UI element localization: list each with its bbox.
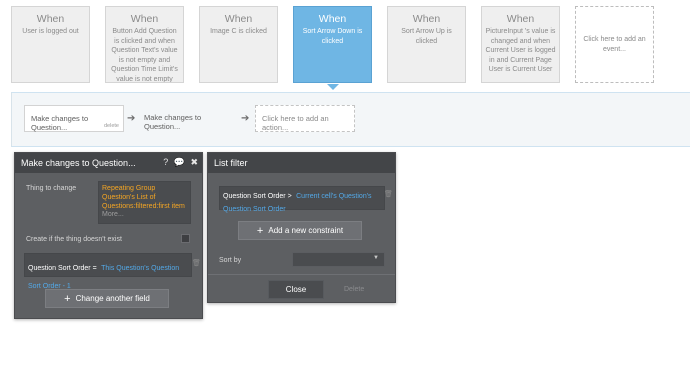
- create-if-not-exist-label: Create if the thing doesn't exist: [26, 236, 122, 243]
- thing-to-change-field[interactable]: Repeating Group Question's List of Quest…: [98, 181, 191, 224]
- action-label: Make changes to Question...: [31, 114, 89, 132]
- change-another-field-label: Change another field: [75, 294, 150, 303]
- event-description: PictureInput 's value is changed and whe…: [485, 28, 556, 73]
- plus-icon: +: [256, 225, 264, 237]
- create-if-not-exist-checkbox[interactable]: [181, 234, 190, 243]
- sort-by-label: Sort by: [219, 257, 242, 264]
- trash-icon[interactable]: 🗑: [192, 259, 201, 267]
- list-filter-panel: List filter Question Sort Order > Curren…: [207, 152, 396, 303]
- change-another-field-button[interactable]: + Change another field: [45, 289, 169, 308]
- action-make-changes-2[interactable]: Make changes to Question...: [138, 105, 236, 132]
- constraint-row[interactable]: Question Sort Order > Current cell's Que…: [219, 186, 385, 213]
- comment-icon[interactable]: 💬: [174, 157, 185, 168]
- action-label: Make changes to Question...: [144, 113, 202, 131]
- event-when-label: When: [224, 13, 253, 25]
- panel-header: Make changes to Question... ? 💬 ✖: [15, 153, 202, 173]
- event-card-add-question[interactable]: When Button Add Question is clicked and …: [105, 6, 184, 83]
- event-description: Sort Arrow Up is clicked: [401, 28, 452, 45]
- close-button[interactable]: Close: [268, 280, 324, 299]
- panel-header-icons: ? 💬 ✖: [160, 157, 198, 168]
- event-card-picture-input[interactable]: When PictureInput 's value is changed an…: [481, 6, 560, 83]
- help-icon[interactable]: ?: [163, 157, 168, 167]
- trash-icon[interactable]: 🗑: [384, 190, 393, 198]
- event-when-label: When: [506, 13, 535, 25]
- event-card-image-c[interactable]: When Image C is clicked: [199, 6, 278, 83]
- event-card-user-logged-out[interactable]: When User is logged out: [11, 6, 90, 83]
- field-name: Question Sort Order =: [28, 265, 97, 272]
- event-description: Sort Arrow Down is clicked: [302, 28, 363, 45]
- more-link[interactable]: More...: [102, 211, 187, 218]
- panel-header: List filter: [208, 153, 395, 173]
- field-change-row[interactable]: Question Sort Order = This Question's Qu…: [24, 253, 192, 290]
- action-make-changes-1[interactable]: Make changes to Question... delete: [24, 105, 124, 132]
- add-event-button[interactable]: Click here to add an event...: [575, 6, 654, 83]
- panel-title: List filter: [214, 158, 248, 168]
- arrow-right-icon: ➔: [241, 113, 250, 124]
- action-bar: Make changes to Question... delete ➔ Mak…: [11, 92, 690, 147]
- thing-to-change-value: Repeating Group Question's List of Quest…: [102, 185, 185, 210]
- event-when-label: When: [36, 13, 65, 25]
- plus-icon: +: [64, 293, 71, 305]
- add-constraint-button[interactable]: + Add a new constraint: [238, 221, 362, 240]
- event-description: Button Add Question is clicked and when …: [111, 28, 178, 83]
- make-changes-panel: Make changes to Question... ? 💬 ✖ Thing …: [14, 152, 203, 319]
- event-when-label: When: [412, 13, 441, 25]
- event-description: User is logged out: [22, 28, 79, 35]
- constraint-field: Question Sort Order >: [223, 193, 292, 200]
- thing-to-change-label: Thing to change: [26, 185, 77, 192]
- event-when-label: When: [130, 13, 159, 25]
- footer-divider: [208, 274, 395, 275]
- event-card-sort-arrow-up[interactable]: When Sort Arrow Up is clicked: [387, 6, 466, 83]
- arrow-right-icon: ➔: [127, 113, 136, 124]
- chevron-down-icon: ▼: [373, 255, 379, 261]
- close-icon[interactable]: ✖: [190, 157, 198, 168]
- add-action-button[interactable]: Click here to add an action...: [255, 105, 355, 132]
- event-card-sort-arrow-down[interactable]: When Sort Arrow Down is clicked: [293, 6, 372, 83]
- add-action-label: Click here to add an action...: [262, 114, 329, 132]
- event-description: Image C is clicked: [210, 28, 267, 35]
- active-event-pointer: [327, 84, 339, 90]
- add-event-label: Click here to add an event...: [583, 36, 646, 53]
- delete-action-link[interactable]: delete: [104, 123, 119, 129]
- sort-by-value: [293, 261, 297, 268]
- delete-button[interactable]: Delete: [344, 286, 364, 293]
- add-constraint-label: Add a new constraint: [268, 226, 344, 235]
- sort-by-select[interactable]: ▼: [292, 252, 385, 267]
- panel-title: Make changes to Question...: [21, 158, 136, 168]
- event-when-label: When: [318, 13, 347, 25]
